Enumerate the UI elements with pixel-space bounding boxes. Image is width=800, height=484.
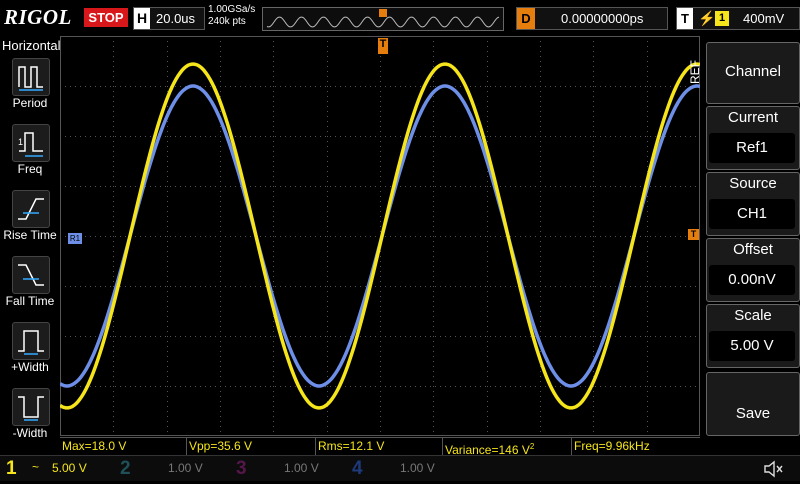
ch1-scale: 5.00 V (52, 461, 87, 475)
source-title: Source (729, 175, 777, 192)
current-value: Ref1 (709, 133, 795, 163)
measure-vpp[interactable]: Vpp=35.6 V (187, 438, 316, 455)
ch1-status[interactable]: 1 ~ 5.00 V (0, 456, 116, 481)
trigger-position-marker[interactable]: T (378, 38, 388, 54)
memory-overview-strip[interactable] (262, 7, 504, 31)
measure-freq-label: Freq (17, 162, 43, 176)
ch1-number: 1 (6, 458, 17, 479)
measure-menu-title: Horizontal (2, 38, 61, 53)
ch2-status[interactable]: 2 1.00 V (116, 456, 232, 481)
ch2-scale: 1.00 V (168, 461, 203, 475)
ref-channel-button[interactable]: Channel (706, 42, 800, 104)
trigger-box[interactable]: T ⚡ 1 400mV (676, 7, 800, 30)
ch3-status[interactable]: 3 1.00 V (232, 456, 348, 481)
measure-fall-time-label: Fall Time (5, 294, 55, 308)
trigger-level-marker[interactable]: T (688, 229, 699, 240)
memory-depth: 240k pts (208, 16, 246, 27)
timebase-value: 20.0us (156, 11, 196, 26)
measurement-bar: Max=18.0 V Vpp=35.6 V Rms=12.1 V Varianc… (60, 437, 700, 457)
ch4-status[interactable]: 4 1.00 V (348, 456, 464, 481)
offset-value: 0.00nV (709, 265, 795, 295)
ref-level-marker[interactable]: R1 (68, 233, 82, 244)
measure-minus-width-button[interactable]: -Width (0, 386, 60, 452)
ref-offset-button[interactable]: Offset 0.00nV (706, 238, 800, 302)
run-stop-status[interactable]: STOP (84, 8, 128, 27)
measure-variance-exponent: 2 (529, 442, 535, 451)
sample-rate: 1.00GSa/s (208, 4, 256, 15)
acquisition-info: 1.00GSa/s 240k pts (208, 4, 255, 28)
channel-bar: 1 ~ 5.00 V 2 1.00 V 3 1.00 V 4 1.00 V (0, 455, 800, 481)
delay-value: 0.00000000ps (561, 11, 644, 26)
trigger-level: 400mV (743, 11, 785, 26)
timebase-box[interactable]: H 20.0us (133, 7, 205, 30)
measure-variance[interactable]: Variance=146 V2 (443, 438, 572, 457)
rising-edge-icon: ⚡ (698, 10, 716, 26)
measure-minus-width-label: -Width (12, 426, 48, 440)
ref-source-button[interactable]: Source CH1 (706, 172, 800, 236)
brand-logo: RIGOL (4, 5, 72, 29)
ref-menu-side-label: REF (688, 60, 702, 84)
graticule (60, 36, 701, 437)
ch4-number: 4 (352, 458, 363, 479)
measure-freq[interactable]: Freq=9.96kHz (572, 438, 698, 455)
delay-box[interactable]: D 0.00000000ps (516, 7, 668, 30)
rise-time-icon (12, 190, 50, 228)
ch2-number: 2 (120, 458, 131, 479)
trigger-label: T (677, 8, 693, 29)
period-icon (12, 58, 50, 96)
measure-rise-time-button[interactable]: Rise Time (0, 188, 60, 254)
measure-period-button[interactable]: Period (0, 56, 60, 122)
ch1-coupling: ~ (32, 460, 40, 474)
measure-plus-width-button[interactable]: +Width (0, 320, 60, 386)
waveform-overview (266, 9, 500, 28)
source-value: CH1 (709, 199, 795, 229)
svg-text:1: 1 (18, 137, 23, 147)
measure-rise-time-label: Rise Time (3, 228, 57, 242)
ref-current-button[interactable]: Current Ref1 (706, 106, 800, 170)
ref-save-button[interactable]: Save (706, 372, 800, 436)
measure-rms[interactable]: Rms=12.1 V (316, 438, 443, 455)
waveform-canvas (59, 36, 701, 437)
ref-channel-label: Channel (725, 63, 781, 80)
save-label: Save (735, 405, 771, 422)
delay-label: D (517, 8, 535, 29)
measure-max[interactable]: Max=18.0 V (60, 438, 187, 455)
speaker-mute-icon[interactable] (762, 459, 784, 479)
scale-value: 5.00 V (709, 331, 795, 361)
measure-fall-time-button[interactable]: Fall Time (0, 254, 60, 320)
measure-plus-width-label: +Width (11, 360, 49, 374)
ref-scale-button[interactable]: Scale 5.00 V (706, 304, 800, 368)
fall-time-icon (12, 256, 50, 294)
ch4-scale: 1.00 V (400, 461, 435, 475)
freq-icon: 1 (12, 124, 50, 162)
offset-title: Offset (733, 241, 773, 258)
ch3-scale: 1.00 V (284, 461, 319, 475)
measure-freq-button[interactable]: 1 Freq (0, 122, 60, 188)
plus-width-icon (12, 322, 50, 360)
current-title: Current (727, 109, 779, 126)
waveform-display[interactable] (59, 36, 701, 437)
scale-title: Scale (734, 307, 772, 324)
trigger-source-channel: 1 (715, 11, 729, 26)
ch3-number: 3 (236, 458, 247, 479)
minus-width-icon (12, 388, 50, 426)
horizontal-label: H (134, 8, 150, 29)
measure-period-label: Period (12, 96, 48, 110)
